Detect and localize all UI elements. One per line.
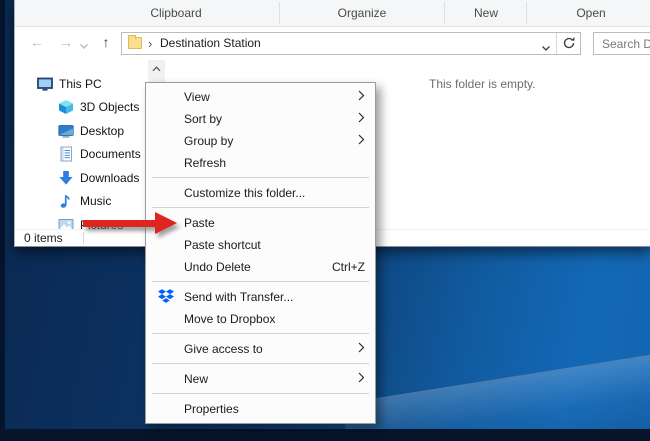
folder-icon bbox=[128, 37, 142, 49]
address-divider bbox=[556, 33, 557, 54]
submenu-arrow-icon bbox=[358, 90, 365, 104]
refresh-icon[interactable] bbox=[558, 33, 581, 54]
wallpaper-bottom-band bbox=[0, 429, 650, 441]
sidebar-item-music[interactable]: Music bbox=[15, 190, 148, 213]
ribbon-group-clipboard: Clipboard bbox=[150, 0, 201, 26]
desktop-edge-shade bbox=[0, 0, 5, 441]
search-box bbox=[593, 32, 650, 55]
breadcrumb-chevron-icon: › bbox=[148, 36, 152, 51]
menu-item-customize-this-folder[interactable]: Customize this folder... bbox=[146, 182, 375, 204]
menu-item-move-to-dropbox[interactable]: Move to Dropbox bbox=[146, 308, 375, 330]
menu-item-group-by[interactable]: Group by bbox=[146, 130, 375, 152]
menu-separator bbox=[152, 333, 369, 334]
this-pc-icon bbox=[37, 76, 53, 92]
annotation-arrow-shaft bbox=[83, 220, 156, 227]
sidebar-item-label: Music bbox=[80, 194, 111, 208]
menu-item-refresh[interactable]: Refresh bbox=[146, 152, 375, 174]
downloads-icon bbox=[58, 170, 74, 186]
menu-shortcut: Ctrl+Z bbox=[332, 260, 365, 274]
navigation-pane: This PC 3D Objects Desktop Documents Dow… bbox=[15, 60, 148, 230]
menu-item-properties[interactable]: Properties bbox=[146, 398, 375, 420]
forward-icon[interactable]: → bbox=[55, 27, 77, 58]
sidebar-item-3d-objects[interactable]: 3D Objects bbox=[15, 96, 148, 119]
scroll-up-icon[interactable] bbox=[148, 60, 165, 77]
back-icon[interactable]: ← bbox=[26, 27, 48, 58]
ribbon-group-organize: Organize bbox=[338, 0, 387, 26]
sidebar-item-label: Desktop bbox=[80, 124, 124, 138]
menu-item-sort-by[interactable]: Sort by bbox=[146, 108, 375, 130]
sidebar-item-documents[interactable]: Documents bbox=[15, 143, 148, 166]
up-icon[interactable]: ↑ bbox=[95, 27, 117, 58]
menu-item-new[interactable]: New bbox=[146, 368, 375, 390]
submenu-arrow-icon bbox=[358, 112, 365, 126]
menu-separator bbox=[152, 177, 369, 178]
submenu-arrow-icon bbox=[358, 372, 365, 386]
menu-separator bbox=[152, 207, 369, 208]
annotation-arrow-head bbox=[155, 212, 177, 234]
dropbox-icon bbox=[158, 289, 174, 305]
sidebar-item-label: This PC bbox=[59, 77, 102, 91]
music-icon bbox=[58, 193, 74, 209]
address-bar[interactable]: › Destination Station bbox=[121, 32, 581, 55]
items-count: 0 items bbox=[24, 231, 63, 246]
recent-locations-chevron-icon[interactable] bbox=[79, 39, 89, 53]
ribbon-group-open: Open bbox=[576, 0, 605, 26]
sidebar-item-label: Downloads bbox=[80, 171, 139, 185]
menu-separator bbox=[152, 281, 369, 282]
documents-icon bbox=[58, 146, 74, 162]
menu-item-paste[interactable]: Paste bbox=[146, 212, 375, 234]
ribbon-separator bbox=[526, 2, 527, 24]
sidebar-item-this-pc[interactable]: This PC bbox=[15, 72, 148, 95]
menu-item-send-with-transfer[interactable]: Send with Transfer... bbox=[146, 286, 375, 308]
address-toolbar: ← → ↑ › Destination Station bbox=[15, 27, 650, 60]
sidebar-item-desktop[interactable]: Desktop bbox=[15, 119, 148, 142]
sidebar-item-label: 3D Objects bbox=[80, 100, 139, 114]
menu-separator bbox=[152, 393, 369, 394]
search-input[interactable] bbox=[602, 33, 650, 54]
menu-item-view[interactable]: View bbox=[146, 86, 375, 108]
menu-item-give-access-to[interactable]: Give access to bbox=[146, 338, 375, 360]
breadcrumb-path[interactable]: Destination Station bbox=[160, 33, 261, 54]
address-dropdown-chevron-icon[interactable] bbox=[541, 41, 551, 55]
3d-objects-icon bbox=[58, 99, 74, 115]
menu-item-undo-delete[interactable]: Undo Delete Ctrl+Z bbox=[146, 256, 375, 278]
ribbon-group-strip: Clipboard Organize New Open bbox=[15, 0, 650, 27]
sidebar-item-label: Documents bbox=[80, 147, 141, 161]
desktop: Clipboard Organize New Open ← → ↑ › Dest… bbox=[0, 0, 650, 441]
ribbon-separator bbox=[279, 2, 280, 24]
wallpaper-light-beam bbox=[341, 347, 650, 441]
context-menu: View Sort by Group by Refresh Customize … bbox=[145, 82, 376, 424]
ribbon-separator bbox=[444, 2, 445, 24]
empty-folder-message: This folder is empty. bbox=[429, 77, 535, 91]
ribbon-group-new: New bbox=[474, 0, 498, 26]
menu-item-paste-shortcut[interactable]: Paste shortcut bbox=[146, 234, 375, 256]
desktop-icon bbox=[58, 123, 74, 139]
menu-separator bbox=[152, 363, 369, 364]
sidebar-item-downloads[interactable]: Downloads bbox=[15, 166, 148, 189]
annotation-arrow-icon bbox=[83, 212, 178, 234]
submenu-arrow-icon bbox=[358, 342, 365, 356]
submenu-arrow-icon bbox=[358, 134, 365, 148]
